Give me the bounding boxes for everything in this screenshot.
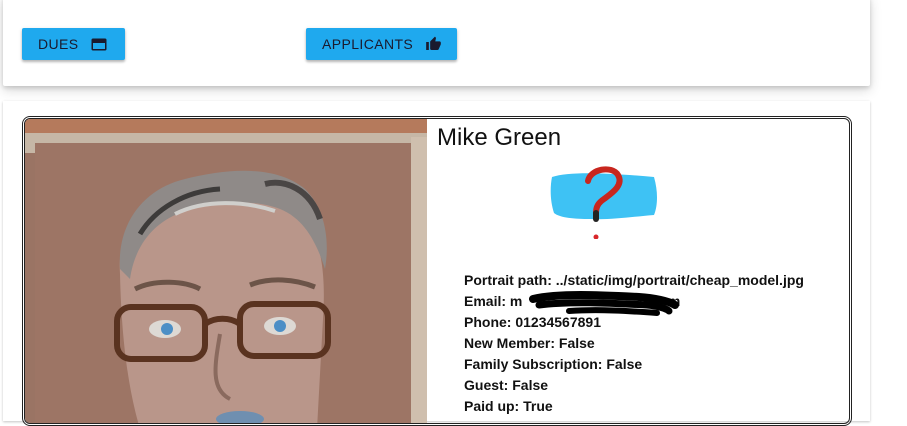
thumbs-up-icon	[425, 36, 442, 52]
detail-value: True	[523, 398, 553, 414]
detail-label: Phone:	[464, 314, 512, 330]
applicants-button-label: APPLICANTS	[322, 36, 414, 52]
member-portrait	[25, 119, 427, 423]
dues-button[interactable]: DUES	[22, 28, 125, 60]
detail-label: Email:	[464, 293, 507, 309]
detail-family-subscription: Family Subscription: False	[464, 354, 804, 375]
email-redaction-scribble	[529, 291, 679, 316]
detail-label: Guest:	[464, 377, 509, 393]
question-mark-icon	[550, 166, 657, 239]
detail-paid-up: Paid up: True	[464, 396, 804, 417]
credit-card-icon	[91, 38, 107, 51]
dues-button-label: DUES	[38, 36, 79, 52]
detail-value: ../static/img/portrait/cheap_model.jpg	[555, 272, 804, 288]
detail-value: False	[606, 356, 643, 372]
detail-value: False	[512, 377, 549, 393]
toolbar-card: DUES APPLICANTS	[3, 0, 870, 86]
member-name: Mike Green	[437, 124, 562, 151]
detail-portrait-path: Portrait path: ../static/img/portrait/ch…	[464, 270, 804, 291]
member-card: Mike Green Portrait path: ../static/img/…	[3, 101, 870, 426]
detail-label: Paid up:	[464, 398, 520, 414]
detail-label: New Member:	[464, 335, 556, 351]
detail-new-member: New Member: False	[464, 333, 804, 354]
member-profile: Mike Green Portrait path: ../static/img/…	[22, 116, 852, 426]
detail-value: False	[558, 335, 595, 351]
detail-guest: Guest: False	[464, 375, 804, 396]
detail-label: Family Subscription:	[464, 356, 603, 372]
detail-label: Portrait path:	[464, 272, 552, 288]
applicants-button[interactable]: APPLICANTS	[306, 28, 457, 60]
